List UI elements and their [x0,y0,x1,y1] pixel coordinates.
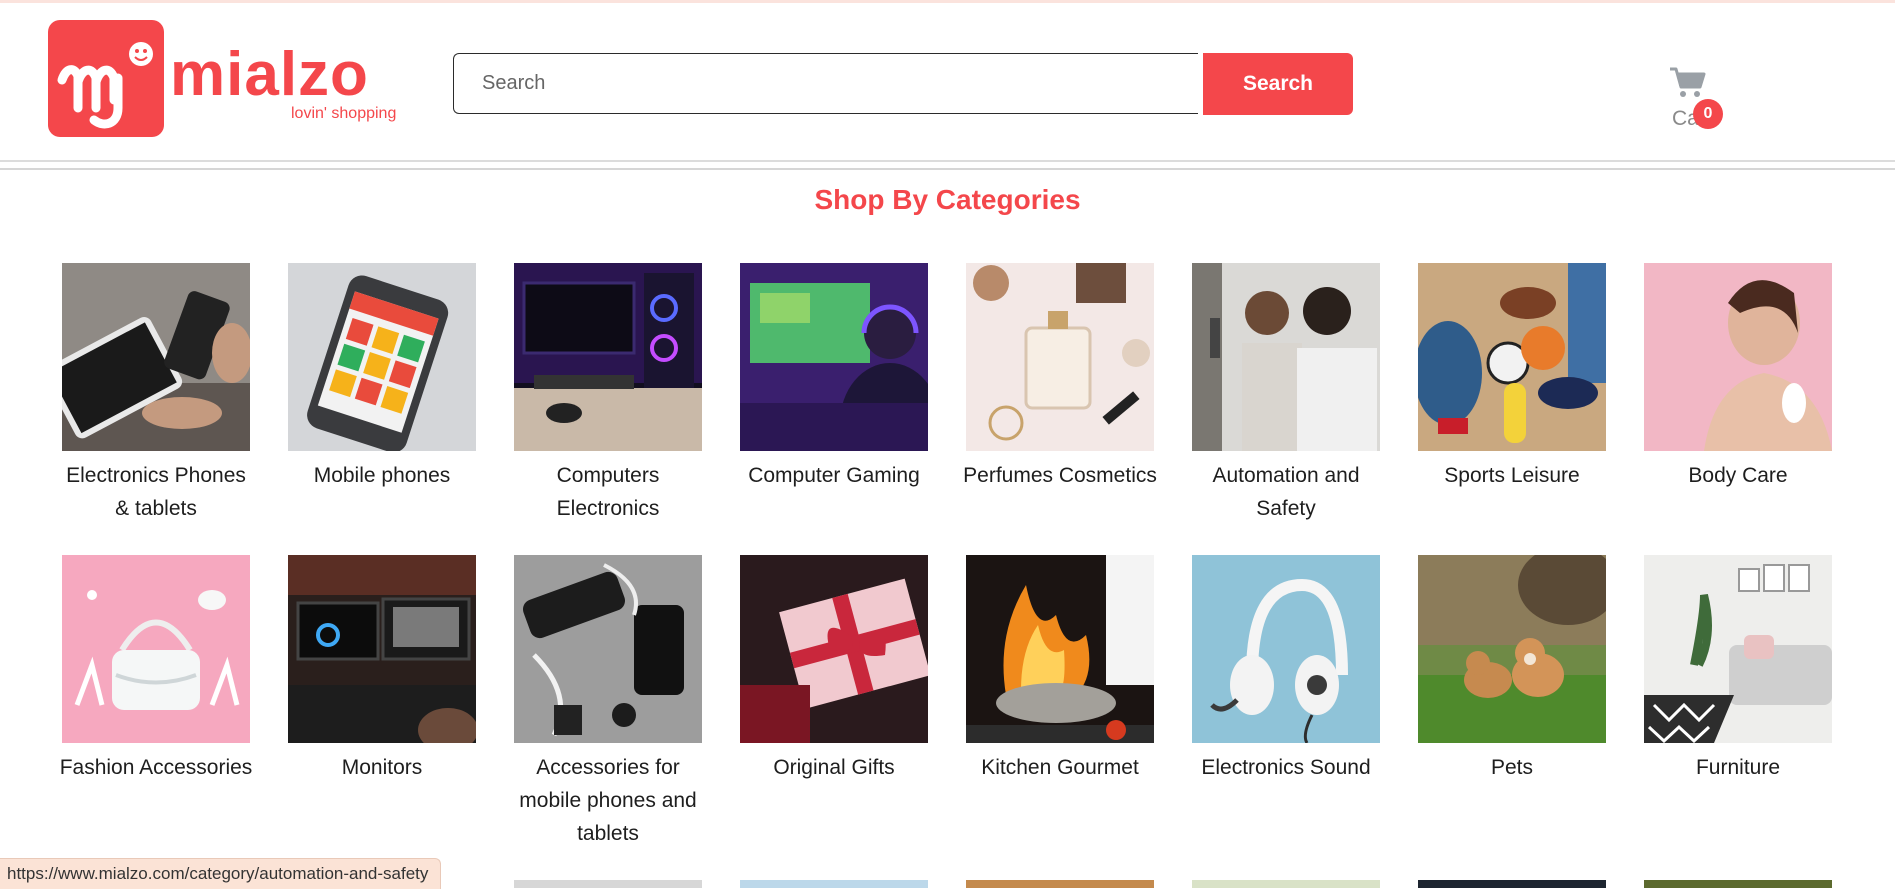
category-thumb-partial [514,880,702,888]
category-label: Electronics Phones & tablets [66,464,246,520]
category-fashion-accessories[interactable]: Fashion Accessories [56,555,256,784]
gift-photo [740,555,928,743]
cart-link[interactable]: Cart 0 [1668,65,1748,135]
category-kitchen-gourmet[interactable]: Kitchen Gourmet [960,555,1160,784]
category-monitors[interactable]: Monitors [282,555,482,784]
category-sports-leisure[interactable]: Sports Leisure [1412,263,1612,492]
logo-tagline: lovin' shopping [291,105,397,122]
section-title: Shop By Categories [814,184,1081,215]
category-perfumes-cosmetics[interactable]: Perfumes Cosmetics [960,263,1160,492]
logo-wordmark: mialzo [170,40,369,109]
category-item-partial[interactable] [960,880,1160,888]
category-electronics-phones-tablets[interactable]: Electronics Phones & tablets [56,263,256,525]
dogs-photo [1418,555,1606,743]
monitor-photo [288,555,476,743]
wok-fire-photo [966,555,1154,743]
smartphone-photo [288,263,476,451]
category-item-partial[interactable] [1412,880,1612,888]
gamer-photo [740,263,928,451]
chargers-photo [514,555,702,743]
category-thumb-partial [740,880,928,888]
perfume-photo [966,263,1154,451]
category-label: Fashion Accessories [59,756,253,779]
phone-tablet-photo [62,263,250,451]
category-item-partial[interactable] [734,880,934,888]
search-button[interactable]: Search [1203,53,1353,115]
category-item-partial[interactable] [1186,880,1386,888]
category-furniture[interactable]: Furniture [1638,555,1838,784]
gaming-pc-photo [514,263,702,451]
category-thumb-partial [1192,880,1380,888]
category-accessories-mobile-phones-tablets[interactable]: Accessories for mobile phones and tablet… [508,555,708,850]
category-pets[interactable]: Pets [1412,555,1612,784]
category-label: Sports Leisure [1444,464,1580,487]
category-thumb-partial [1418,880,1606,888]
mialzo-logo[interactable]: mialzo lovin' shopping [48,20,418,140]
logo-badge [48,20,164,137]
category-mobile-phones[interactable]: Mobile phones [282,263,482,492]
category-label: Mobile phones [313,464,451,487]
category-label: Automation and Safety [1212,464,1360,520]
category-label: Original Gifts [773,756,895,779]
sports-gear-photo [1418,263,1606,451]
category-thumb-partial [1644,880,1832,888]
cart-icon [1668,65,1706,104]
category-computer-gaming[interactable]: Computer Gaming [734,263,934,492]
category-original-gifts[interactable]: Original Gifts [734,555,934,784]
category-body-care[interactable]: Body Care [1638,263,1838,492]
skincare-photo [1644,263,1832,451]
category-label: Computers Electronics [556,464,660,520]
category-label: Kitchen Gourmet [981,756,1139,779]
category-label: Electronics Sound [1201,756,1371,779]
category-thumb-partial [966,880,1154,888]
living-room-photo [1644,555,1832,743]
category-label: Accessories for mobile phones and tablet… [519,756,697,845]
site-header: mialzo lovin' shopping Search Cart 0 [0,3,1895,162]
category-electronics-sound[interactable]: Electronics Sound [1186,555,1386,784]
cart-count-badge: 0 [1693,99,1723,129]
header-divider [0,168,1895,170]
category-label: Pets [1490,756,1534,779]
category-automation-and-safety[interactable]: Automation and Safety [1186,263,1386,525]
headset-photo [1192,555,1380,743]
category-label: Monitors [341,756,423,779]
smart-home-photo [1192,263,1380,451]
category-label: Body Care [1688,464,1788,487]
category-label: Computer Gaming [748,464,920,487]
category-item-partial[interactable] [508,880,708,888]
category-item-partial[interactable] [1638,880,1838,888]
category-label: Perfumes Cosmetics [963,464,1157,487]
category-computers-electronics[interactable]: Computers Electronics [508,263,708,525]
category-label: Furniture [1695,756,1781,779]
search-input[interactable] [453,53,1198,114]
handbag-photo [62,555,250,743]
browser-status-url: https://www.mialzo.com/category/automati… [0,858,442,889]
